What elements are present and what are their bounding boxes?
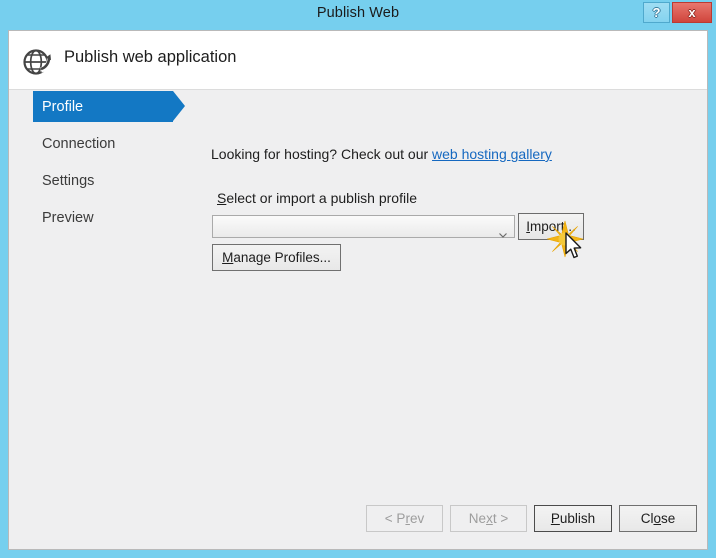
next-button-accel: x bbox=[486, 511, 493, 526]
import-button[interactable]: Import... bbox=[518, 213, 584, 240]
page-title: Publish web application bbox=[64, 48, 237, 66]
import-button-label: mport... bbox=[530, 219, 576, 234]
profile-combo-label-accel: S bbox=[217, 190, 227, 206]
window-title: Publish Web bbox=[316, 5, 400, 21]
dialog-footer: < Prev Next > Publish Close bbox=[9, 493, 707, 549]
sidebar-item-connection[interactable]: Connection bbox=[9, 128, 201, 159]
sidebar-item-label: Preview bbox=[42, 209, 94, 226]
dialog-client-area: Publish web application Profile Connecti… bbox=[8, 30, 708, 550]
publish-button-suffix: ublish bbox=[559, 511, 596, 526]
sidebar-selection-arrow-icon bbox=[173, 91, 185, 121]
dialog-header: Publish web application bbox=[9, 31, 707, 90]
profile-combo-label: Select or import a publish profile bbox=[217, 190, 417, 206]
chevron-down-icon bbox=[499, 225, 507, 238]
manage-profiles-button-accel: M bbox=[222, 250, 234, 265]
title-bar[interactable]: Publish Web ? x bbox=[0, 0, 716, 30]
publish-profile-select[interactable] bbox=[212, 215, 515, 238]
sidebar-item-label: Connection bbox=[42, 135, 116, 152]
next-button-suffix: t > bbox=[492, 511, 509, 526]
manage-profiles-button[interactable]: Manage Profiles... bbox=[212, 244, 341, 271]
globe-publish-icon bbox=[20, 43, 56, 79]
profile-step-panel: Looking for hosting? Check out our web h… bbox=[201, 91, 707, 549]
hosting-prompt-text: Looking for hosting? Check out our bbox=[211, 146, 433, 162]
sidebar-item-settings[interactable]: Settings bbox=[9, 165, 201, 196]
help-icon: ? bbox=[652, 5, 661, 20]
hosting-prompt: Looking for hosting? Check out our web h… bbox=[211, 146, 552, 162]
prev-button-suffix: ev bbox=[409, 511, 425, 526]
sidebar-item-label: Profile bbox=[42, 98, 84, 115]
wizard-step-nav: Profile Connection Settings Preview bbox=[9, 91, 201, 239]
prev-button-prefix: < P bbox=[384, 511, 406, 526]
close-dialog-button-suffix: se bbox=[661, 511, 676, 526]
sidebar-item-profile[interactable]: Profile bbox=[9, 91, 201, 122]
manage-profiles-button-label: anage Profiles... bbox=[233, 250, 331, 265]
next-button-prefix: Ne bbox=[468, 511, 487, 526]
close-dialog-button-accel: o bbox=[653, 511, 661, 526]
next-button[interactable]: Next > bbox=[450, 505, 527, 532]
close-icon: x bbox=[688, 5, 696, 20]
help-button[interactable]: ? bbox=[643, 2, 670, 23]
sidebar-item-label: Settings bbox=[42, 172, 95, 189]
publish-button[interactable]: Publish bbox=[534, 505, 612, 532]
close-dialog-button-prefix: Cl bbox=[640, 511, 654, 526]
close-dialog-button[interactable]: Close bbox=[619, 505, 697, 532]
close-button[interactable]: x bbox=[672, 2, 712, 23]
profile-combo-label-rest: elect or import a publish profile bbox=[226, 190, 417, 206]
publish-button-accel: P bbox=[550, 511, 560, 526]
publish-web-dialog-window: Publish Web ? x Publish web application … bbox=[0, 0, 716, 558]
prev-button[interactable]: < Prev bbox=[366, 505, 443, 532]
web-hosting-gallery-link[interactable]: web hosting gallery bbox=[432, 146, 552, 162]
sidebar-item-preview[interactable]: Preview bbox=[9, 202, 201, 233]
